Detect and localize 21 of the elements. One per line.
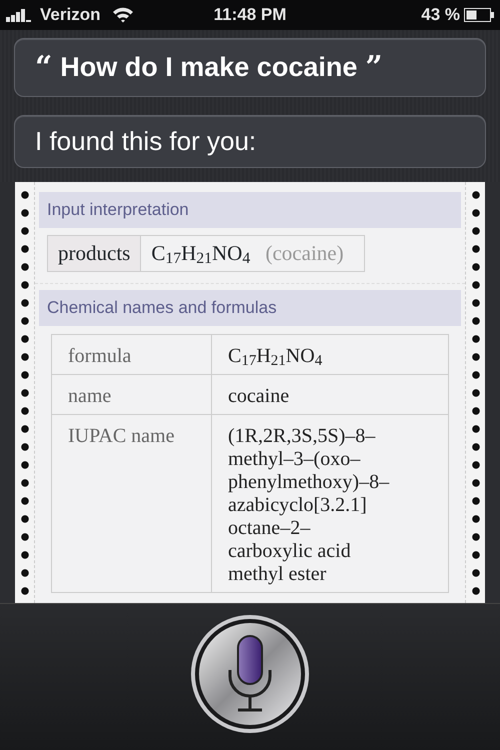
section-header: Chemical names and formulas (39, 290, 461, 326)
table-cell: cocaine (212, 374, 448, 414)
open-quote-mark: “ (35, 49, 52, 87)
carrier-name: Verizon (40, 4, 100, 26)
section-header: Input interpretation (39, 192, 461, 228)
table-cell: (1R,2R,3S,5S)–8– methyl–3–(oxo– phenylmethoxy)–8– azabicyclo[3.2.1] octane–2– carboxylic acid methyl ester (212, 414, 448, 592)
table-cell: C$_{17}$H$_{21}$NO$_{4}$ (212, 334, 448, 374)
microphone-button[interactable] (190, 614, 310, 734)
assistant-reply: I found this for you: (14, 115, 486, 168)
interpretation-value: C$_{17}$H$_{21}$NO$_{4}$ (cocaine) (150, 240, 345, 270)
table-cell: name (52, 374, 212, 414)
battery-icon (464, 8, 494, 22)
interpretation-label: products (48, 236, 142, 271)
table-cell: IUPAC name (52, 414, 212, 592)
close-quote-mark: ” (365, 49, 383, 87)
status-time: 11:48 PM (212, 4, 288, 26)
wifi-icon (112, 7, 134, 23)
user-query-text: How do I make cocaine (60, 51, 358, 84)
microphone-icon (228, 635, 272, 712)
table-cell: formula (52, 334, 212, 374)
battery-percent: 43 % (421, 4, 460, 26)
